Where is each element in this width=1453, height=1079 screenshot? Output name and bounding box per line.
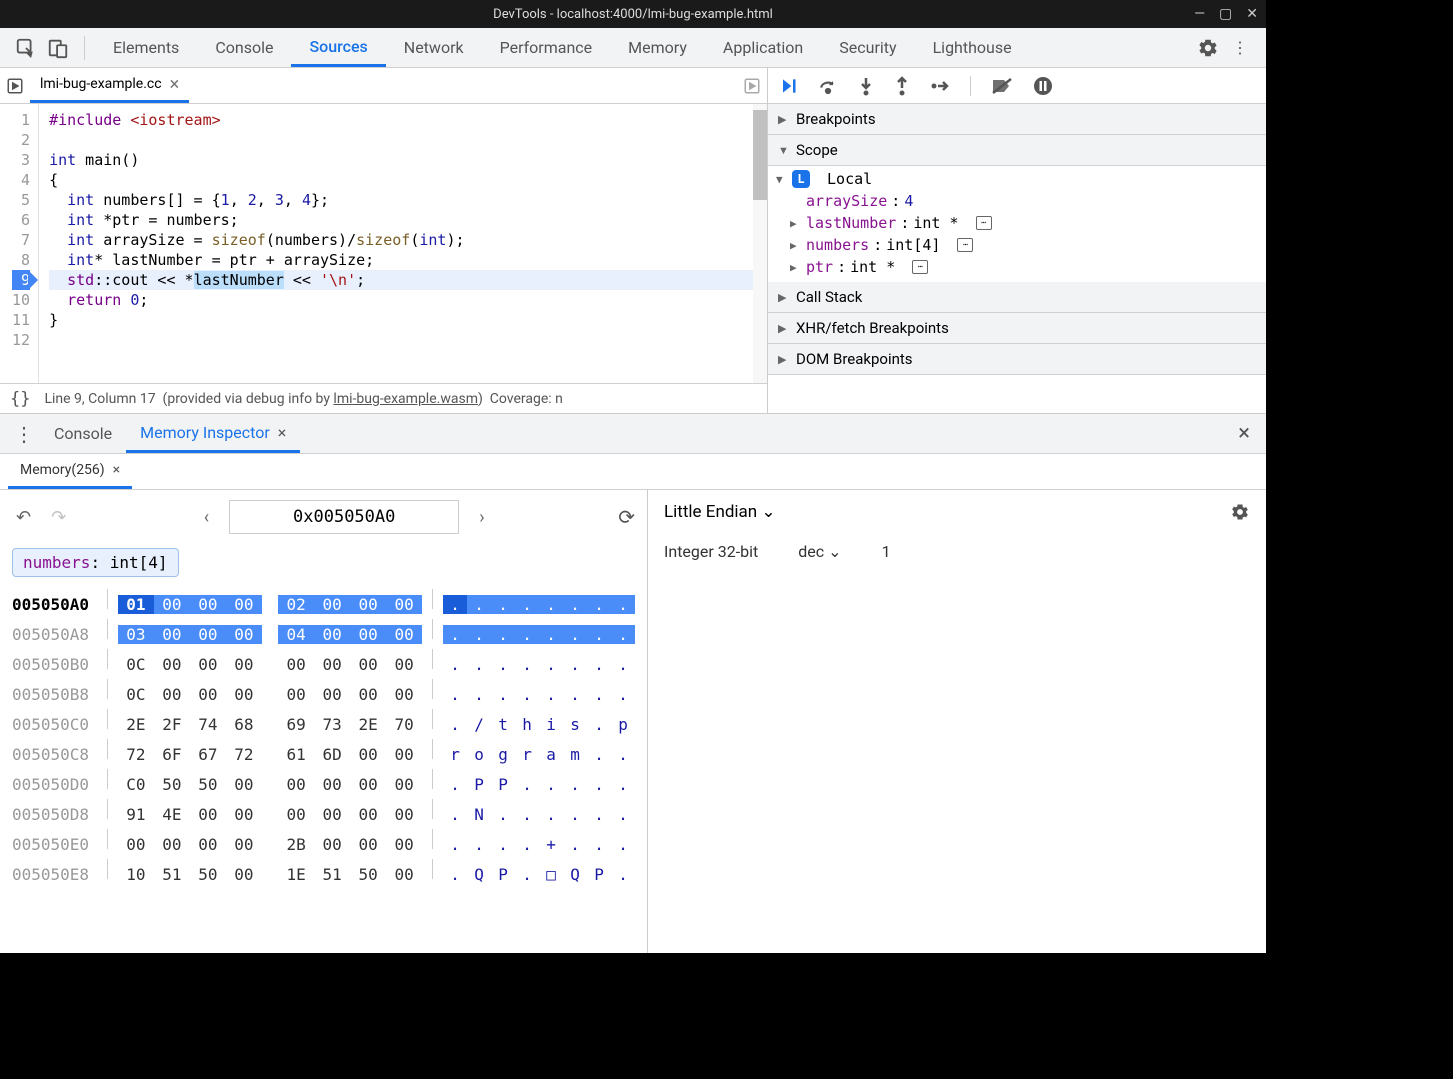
drawer-close-icon[interactable]: × <box>1230 421 1258 446</box>
minimize-icon[interactable]: — <box>1194 6 1205 22</box>
window-title: DevTools - localhost:4000/lmi-bug-exampl… <box>493 7 773 22</box>
coverage-text: Coverage: n <box>490 391 563 407</box>
screencast-icon[interactable] <box>743 77 761 95</box>
editor-statusbar: {} Line 9, Column 17 (provided via debug… <box>0 383 767 413</box>
drawer-tab-memory-inspector[interactable]: Memory Inspector × <box>126 414 300 453</box>
prev-page-icon[interactable]: ‹ <box>200 503 213 532</box>
drawer: ⋮ Console Memory Inspector × × Memory(25… <box>0 414 1266 953</box>
titlebar: DevTools - localhost:4000/lmi-bug-exampl… <box>0 0 1266 28</box>
hex-row[interactable]: 005050C8726F6772616D0000rogram.. <box>12 739 635 769</box>
drawer-tab-console[interactable]: Console <box>40 414 126 453</box>
breakpoints-section[interactable]: ▶Breakpoints <box>768 104 1266 135</box>
sources-panel: lmi-bug-example.cc × 123456789101112 #in… <box>0 68 1266 414</box>
step-over-icon[interactable] <box>818 76 838 96</box>
curly-braces-icon[interactable]: {} <box>10 389 30 409</box>
pause-exceptions-icon[interactable] <box>1033 76 1053 96</box>
scope-body: ▼L Local arraySize: 4▶lastNumber: int * … <box>768 166 1266 282</box>
hex-row[interactable]: 005050B80C00000000000000........ <box>12 679 635 709</box>
hex-table[interactable]: 005050A00100000002000000........005050A8… <box>12 589 635 889</box>
callstack-section[interactable]: ▶Call Stack <box>768 282 1266 313</box>
tab-lighthouse[interactable]: Lighthouse <box>915 28 1030 67</box>
pause-on-caught-icon[interactable] <box>6 77 24 95</box>
value-interpreter-panel: Little Endian ⌄ Integer 32-bit dec ⌄ 1 <box>648 490 1266 953</box>
editor-scrollbar[interactable] <box>753 104 767 383</box>
file-tab[interactable]: lmi-bug-example.cc × <box>30 68 189 103</box>
inspect-icon[interactable] <box>10 32 42 64</box>
close-icon[interactable]: × <box>113 462 120 478</box>
highlighted-object-chip[interactable]: numbers: int[4] <box>12 548 179 577</box>
tab-console[interactable]: Console <box>197 28 291 67</box>
step-into-icon[interactable] <box>858 76 874 96</box>
close-icon[interactable]: ✕ <box>1246 6 1258 22</box>
debug-info-link[interactable]: lmi-bug-example.wasm <box>333 391 478 407</box>
memory-icon[interactable]: ⋯ <box>957 238 973 252</box>
chevron-down-icon: ⌄ <box>761 502 775 522</box>
hex-row[interactable]: 005050B00C00000000000000........ <box>12 649 635 679</box>
scope-var-arraySize[interactable]: arraySize: 4 <box>790 190 1266 212</box>
scope-var-ptr[interactable]: ▶ptr: int * ⋯ <box>790 256 1266 278</box>
hex-row[interactable]: 005050E8105150001E515000.QP.□QP. <box>12 859 635 889</box>
interp-format-select[interactable]: dec ⌄ <box>798 542 841 561</box>
endianness-select[interactable]: Little Endian ⌄ <box>664 502 776 522</box>
tab-performance[interactable]: Performance <box>482 28 611 67</box>
hex-row[interactable]: 005050D8914E000000000000.N...... <box>12 799 635 829</box>
dom-section[interactable]: ▶DOM Breakpoints <box>768 344 1266 375</box>
scope-section[interactable]: ▼Scope <box>768 135 1266 166</box>
interp-type-label: Integer 32-bit <box>664 542 758 561</box>
undo-icon[interactable]: ↶ <box>12 503 35 532</box>
settings-icon[interactable] <box>1192 32 1224 64</box>
close-file-icon[interactable]: × <box>170 74 180 95</box>
tab-elements[interactable]: Elements <box>95 28 197 67</box>
hex-row[interactable]: 005050E0000000002B000000....+... <box>12 829 635 859</box>
tab-memory[interactable]: Memory <box>610 28 705 67</box>
memory-icon[interactable]: ⋯ <box>912 260 928 274</box>
redo-icon[interactable]: ↷ <box>47 503 70 532</box>
hex-row[interactable]: 005050C02E2F746869732E70./this.p <box>12 709 635 739</box>
xhr-section[interactable]: ▶XHR/fetch Breakpoints <box>768 313 1266 344</box>
local-badge-icon: L <box>792 170 810 188</box>
more-icon[interactable]: ⋮ <box>1224 32 1256 64</box>
code-panel: lmi-bug-example.cc × 123456789101112 #in… <box>0 68 768 413</box>
memory-address-input[interactable] <box>229 500 459 534</box>
maximize-icon[interactable]: ▢ <box>1219 6 1232 22</box>
hex-row[interactable]: 005050D0C050500000000000.PP..... <box>12 769 635 799</box>
code-editor[interactable]: 123456789101112 #include <iostream>int m… <box>0 104 767 383</box>
step-out-icon[interactable] <box>894 76 910 96</box>
debugger-panel: ▶Breakpoints ▼Scope ▼L Local arraySize: … <box>768 68 1266 413</box>
hex-row[interactable]: 005050A00100000002000000........ <box>12 589 635 619</box>
resume-icon[interactable] <box>778 76 798 96</box>
device-icon[interactable] <box>42 32 74 64</box>
refresh-icon[interactable]: ⟳ <box>618 505 635 529</box>
scope-local[interactable]: ▼L Local <box>776 168 1266 190</box>
drawer-more-icon[interactable]: ⋮ <box>8 422 40 446</box>
close-icon[interactable]: × <box>278 423 287 442</box>
hex-row[interactable]: 005050A80300000004000000........ <box>12 619 635 649</box>
interpreter-settings-icon[interactable] <box>1230 502 1250 522</box>
step-icon[interactable] <box>930 78 950 94</box>
memory-icon[interactable]: ⋯ <box>976 216 992 230</box>
file-tab-label: lmi-bug-example.cc <box>40 76 162 92</box>
tab-network[interactable]: Network <box>386 28 482 67</box>
scope-var-lastNumber[interactable]: ▶lastNumber: int * ⋯ <box>790 212 1266 234</box>
interp-value: 1 <box>882 542 891 561</box>
next-page-icon[interactable]: › <box>475 503 488 532</box>
main-tabs: ElementsConsoleSourcesNetworkPerformance… <box>0 28 1266 68</box>
chevron-down-icon: ⌄ <box>828 542 841 561</box>
cursor-position: Line 9, Column 17 <box>44 391 155 407</box>
deactivate-breakpoints-icon[interactable] <box>991 77 1013 95</box>
tab-security[interactable]: Security <box>821 28 914 67</box>
memory-tab[interactable]: Memory(256)× <box>8 454 132 489</box>
tab-application[interactable]: Application <box>705 28 821 67</box>
scope-var-numbers[interactable]: ▶numbers: int[4] ⋯ <box>790 234 1266 256</box>
hex-panel: ↶ ↷ ‹ › ⟳ numbers: int[4] 005050A0010000… <box>0 490 648 953</box>
tab-sources[interactable]: Sources <box>291 28 385 67</box>
devtools-window: DevTools - localhost:4000/lmi-bug-exampl… <box>0 0 1266 953</box>
